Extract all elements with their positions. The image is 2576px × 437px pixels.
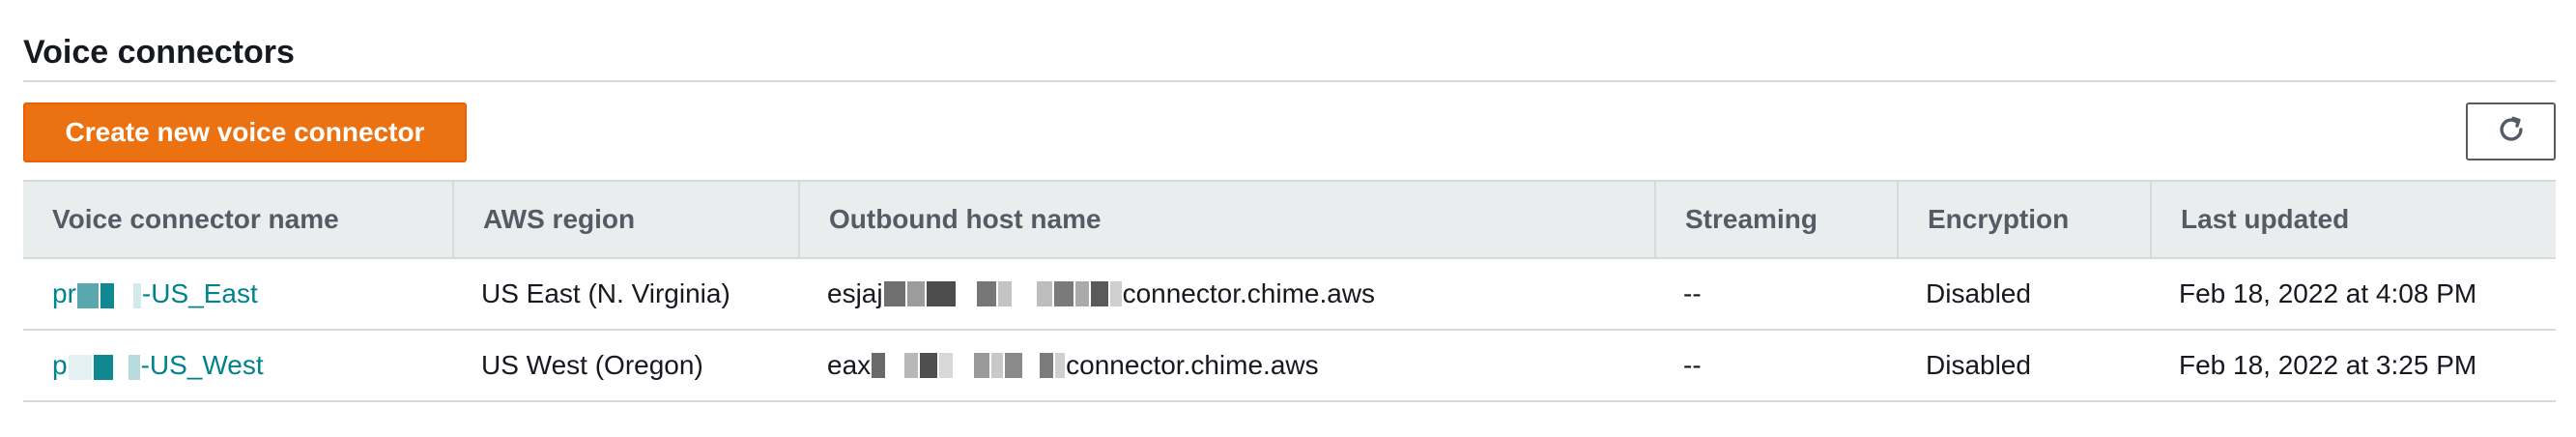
redacted-block	[926, 281, 956, 306]
redacted-block	[128, 354, 140, 380]
redacted-block	[1090, 281, 1108, 306]
cell-encryption: Disabled	[1926, 350, 2031, 380]
cell-streaming: --	[1683, 350, 1702, 380]
redacted-block	[991, 353, 1004, 378]
redacted-block	[1053, 281, 1073, 306]
column-header-encryption[interactable]: Encryption	[1897, 182, 2150, 257]
cell-outbound-host: eax connector.chime.aws	[798, 331, 1654, 400]
redacted-block	[1074, 281, 1089, 306]
redacted-block	[939, 353, 954, 378]
redacted-block	[887, 353, 903, 378]
redacted-block	[132, 282, 141, 308]
table-row: pr -US_East US East (N. Virginia) esjaj co…	[23, 259, 2556, 331]
redacted-block	[957, 281, 975, 306]
redacted-block	[1024, 353, 1039, 378]
table-row: p -US_West US West (Oregon) eax connector.…	[23, 331, 2556, 402]
cell-last-updated: Feb 18, 2022 at 3:25 PM	[2179, 350, 2477, 380]
redacted-block	[1036, 281, 1052, 306]
cell-name: pr -US_East	[23, 259, 452, 329]
refresh-icon	[2495, 113, 2528, 151]
host-prefix: eax	[827, 350, 872, 380]
redacted-block	[1055, 353, 1066, 378]
name-prefix: pr	[52, 278, 76, 308]
redacted-block	[906, 281, 925, 306]
redacted-block	[115, 282, 131, 308]
redacted-block	[114, 354, 127, 380]
column-header-last-updated[interactable]: Last updated	[2150, 182, 2556, 257]
redacted-block	[976, 281, 996, 306]
name-prefix: p	[52, 350, 68, 380]
name-suffix: -US_East	[141, 278, 258, 308]
cell-encryption: Disabled	[1926, 278, 2031, 308]
host-prefix: esjaj	[827, 278, 883, 308]
cell-streaming: --	[1683, 278, 1702, 308]
cell-region: US East (N. Virginia)	[481, 278, 730, 308]
voice-connectors-table: Voice connector name AWS region Outbound…	[23, 180, 2556, 402]
redacted-block	[93, 354, 113, 380]
voice-connector-link[interactable]: p -US_West	[52, 350, 264, 381]
redacted-block	[1040, 353, 1054, 378]
voice-connector-link[interactable]: pr -US_East	[52, 278, 258, 309]
section-title: Voice connectors	[23, 34, 295, 71]
redacted-block	[872, 353, 886, 378]
create-voice-connector-button[interactable]: Create new voice connector	[23, 102, 467, 162]
voice-connectors-page: Voice connectors Create new voice connec…	[0, 0, 2576, 437]
refresh-button[interactable]	[2466, 102, 2556, 160]
redacted-block	[100, 282, 114, 308]
redacted-block	[904, 353, 919, 378]
cell-last-updated: Feb 18, 2022 at 4:08 PM	[2179, 278, 2477, 308]
redacted-block	[997, 281, 1012, 306]
cell-region: US West (Oregon)	[481, 350, 703, 380]
redacted-block	[920, 353, 938, 378]
host-suffix: connector.chime.aws	[1122, 278, 1376, 308]
column-header-outbound-host[interactable]: Outbound host name	[798, 182, 1654, 257]
redacted-block	[974, 353, 990, 378]
column-header-region[interactable]: AWS region	[452, 182, 798, 257]
redacted-block	[883, 281, 905, 306]
table-header: Voice connector name AWS region Outbound…	[23, 180, 2556, 259]
redacted-block	[1013, 281, 1035, 306]
title-divider	[23, 80, 2556, 82]
redacted-block	[76, 282, 99, 308]
name-suffix: -US_West	[140, 350, 264, 380]
column-header-streaming[interactable]: Streaming	[1654, 182, 1897, 257]
redacted-block	[1109, 281, 1122, 306]
column-header-name[interactable]: Voice connector name	[23, 182, 452, 257]
redacted-block	[1005, 353, 1023, 378]
cell-outbound-host: esjaj connector.chime.aws	[798, 259, 1654, 329]
redacted-block	[955, 353, 973, 378]
cell-name: p -US_West	[23, 331, 452, 400]
host-suffix: connector.chime.aws	[1066, 350, 1319, 380]
redacted-block	[68, 354, 92, 380]
